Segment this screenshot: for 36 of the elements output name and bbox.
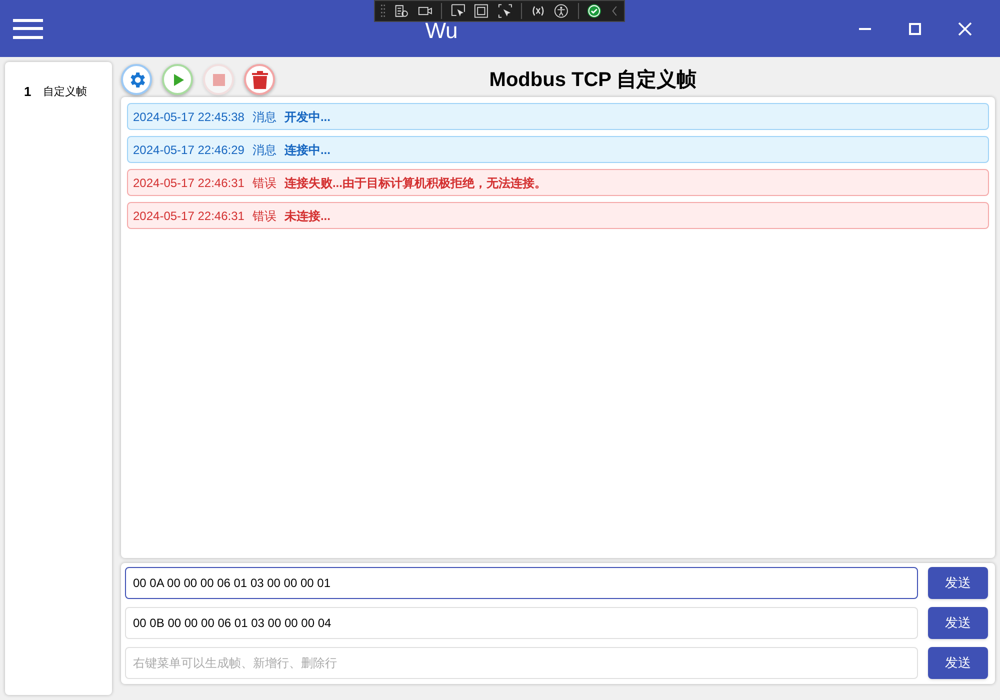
- collapse-icon[interactable]: [610, 5, 618, 17]
- sidebar-item[interactable]: 1 自定义帧: [5, 80, 112, 104]
- delete-button[interactable]: [244, 64, 275, 95]
- stop-icon: [212, 72, 226, 86]
- select-element-icon[interactable]: [451, 3, 466, 19]
- send-button[interactable]: 发送: [928, 567, 988, 599]
- settings-button[interactable]: [121, 64, 152, 95]
- log-level: 错误: [252, 174, 276, 192]
- item-label: 自定义帧: [43, 84, 88, 100]
- log-message: 未连接...: [284, 208, 330, 224]
- timestamp: 2024-05-17 22:45:38: [133, 108, 244, 126]
- frame-input[interactable]: 00 0B 00 00 00 06 01 03 00 00 00 04: [125, 607, 918, 639]
- log-level: 消息: [252, 142, 276, 158]
- log-level: 错误: [252, 208, 276, 224]
- page-title: Modbus TCP 自定义帧: [489, 68, 697, 92]
- frame-input[interactable]: 00 0A 00 00 00 06 01 03 00 00 00 01: [125, 567, 918, 599]
- drag-handle-icon: [381, 3, 386, 19]
- accessibility-icon[interactable]: [554, 3, 569, 19]
- send-button[interactable]: 发送: [928, 647, 988, 679]
- frame-input[interactable]: 右键菜单可以生成帧、新增行、删除行: [125, 647, 918, 679]
- check-icon[interactable]: [587, 3, 602, 19]
- live-tree-icon[interactable]: [394, 3, 409, 19]
- log-message: 连接失败...由于目标计算机积极拒绝，无法连接。: [284, 174, 546, 192]
- timestamp: 2024-05-17 22:46:29: [133, 142, 244, 158]
- send-button[interactable]: 发送: [928, 607, 988, 639]
- trash-icon: [250, 70, 268, 90]
- log-level: 消息: [252, 108, 276, 126]
- adorner-icon[interactable]: [474, 3, 489, 19]
- log-message: 连接中...: [284, 142, 330, 158]
- track-focus-icon[interactable]: [498, 3, 512, 19]
- window-title: Wu: [425, 17, 458, 45]
- play-button[interactable]: [162, 64, 193, 95]
- timestamp: 2024-05-17 22:46:31: [133, 208, 244, 224]
- item-number: 1: [24, 83, 32, 101]
- log-message: 开发中...: [284, 108, 330, 126]
- timestamp: 2024-05-17 22:46:31: [133, 174, 244, 192]
